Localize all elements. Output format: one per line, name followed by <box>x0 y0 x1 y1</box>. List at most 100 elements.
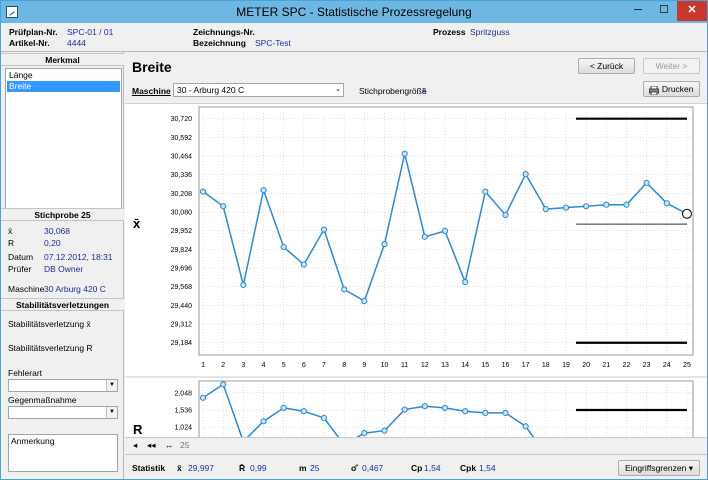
chart-0-data-point <box>462 278 469 286</box>
chart-1-y-tick-label: 1,536 <box>174 408 192 415</box>
chart-1-y-tick-label: 2,048 <box>174 390 192 397</box>
chevron-down-icon: ⌄ <box>335 86 341 93</box>
chart-0-y-tick-label: 29,312 <box>171 322 193 329</box>
chart-0-x-tick-label: 23 <box>643 362 651 369</box>
maschine-select[interactable]: 30 - Arburg 420 C ⌄ <box>173 83 344 97</box>
chart-0-axis-name: x̄ <box>133 216 141 231</box>
stat-cp-value: 1,54 <box>424 463 441 473</box>
chart-0-x-tick-label: 18 <box>542 362 550 369</box>
chart-0-x-tick-label: 19 <box>562 362 570 369</box>
dropdown-arrow-icon: ▾ <box>688 463 693 473</box>
stab-xbar-label: Stabilitätsverletzung x̄ <box>8 319 91 329</box>
stat-rbar-label: R̄ <box>239 463 246 473</box>
chart-0-data-point <box>441 227 449 235</box>
chart-1-data-point <box>361 429 368 437</box>
chart-0-y-tick-label: 30,720 <box>171 116 193 123</box>
anmerkung-label: Anmerkung <box>11 436 55 446</box>
chart-0-data-point <box>482 188 489 195</box>
zeichnung-label: Zeichnungs-Nr. <box>193 27 255 37</box>
minimize-button[interactable]: ─ <box>625 1 651 21</box>
pruefer-value: DB Owner <box>44 264 84 274</box>
sample-navigation: ◂ ◂◂ ↔ 25 <box>125 437 707 454</box>
chart-0-x-tick-label: 16 <box>502 362 510 369</box>
nav-range-button[interactable]: ↔ <box>165 440 174 450</box>
chart-0-data-point <box>341 286 348 293</box>
window-title: METER SPC - Statistische Prozessregelung <box>236 5 472 19</box>
list-item-breite[interactable]: Breite <box>7 81 120 92</box>
gegenmassnahme-select[interactable]: ▼ <box>8 406 118 419</box>
maschine-select-value: 30 - Arburg 420 C <box>177 85 245 95</box>
chevron-down-icon: ▼ <box>106 407 117 418</box>
app-window: METER SPC - Statistische Prozessregelung… <box>0 0 708 480</box>
chart-0-x-tick-label: 15 <box>481 362 489 369</box>
fehlerart-select[interactable]: ▼ <box>8 379 118 392</box>
chart-1-data-point <box>300 408 307 415</box>
statistics-bar: Statistik x̄ 29,997 R̄ 0,99 m 25 σ̂ 0,46… <box>125 454 707 479</box>
chart-0-data-point <box>361 297 368 305</box>
chart-0-data-point <box>381 241 388 248</box>
chart-0-y-tick-label: 30,336 <box>171 172 193 179</box>
chart-1-data-point <box>502 409 509 417</box>
chart-0-data-point <box>562 204 570 211</box>
gegenmassnahme-label: Gegenmaßnahme <box>8 395 77 405</box>
nav-prev-button[interactable]: ◂ <box>133 440 137 451</box>
chart-0-x-tick-label: 14 <box>461 362 469 369</box>
chart-1-data-point <box>401 406 408 413</box>
stat-rbar-value: 0,99 <box>250 463 267 473</box>
chart-1-data-point <box>421 403 428 410</box>
prozess-label: Prozess <box>433 27 466 37</box>
chart-0-y-tick-label: 29,824 <box>171 247 193 254</box>
chart-0-x-tick-label: 21 <box>602 362 610 369</box>
chart-1-data-point <box>522 423 529 430</box>
chart-0-data-point <box>583 203 590 210</box>
xbar-value: 30,068 <box>44 226 70 236</box>
stat-xbar-label: x̄ <box>177 463 182 473</box>
stat-sigma-value: 0,467 <box>362 463 384 473</box>
print-button[interactable]: Drucken <box>643 81 700 97</box>
merkmal-header: Merkmal <box>1 53 124 66</box>
eingriffsgrenzen-label: Eingriffsgrenzen <box>625 463 687 473</box>
xbar-label: x̄ <box>8 226 13 236</box>
left-panel: Merkmal Länge Breite Stichprobe 25 x̄ 30… <box>1 52 124 479</box>
maximize-button[interactable]: ☐ <box>651 1 677 21</box>
eingriffsgrenzen-button[interactable]: Eingriffsgrenzen ▾ <box>618 460 700 476</box>
print-button-label: Drucken <box>661 84 694 94</box>
chart-0-data-point <box>401 150 408 157</box>
statistik-label: Statistik <box>132 463 166 473</box>
chart-0-x-tick-label: 13 <box>441 362 449 369</box>
bezeichnung-value: SPC-Test <box>255 38 291 48</box>
chart-0-y-tick-label: 29,440 <box>171 303 193 310</box>
chart-1-data-point <box>320 414 328 422</box>
chart-1-data-point <box>220 381 227 388</box>
chart-0-data-point <box>542 206 549 213</box>
fehlerart-label: Fehlerart <box>8 368 43 378</box>
chart-1-data-point <box>199 394 207 401</box>
stabilitaet-header: Stabilitätsverletzungen <box>1 298 124 311</box>
merkmal-list[interactable]: Länge Breite <box>5 68 122 212</box>
chart-0-y-tick-label: 30,592 <box>171 135 193 142</box>
maschine-select-label: Maschine <box>132 86 171 96</box>
close-button[interactable]: ✕ <box>677 1 707 21</box>
chart-0-x-tick-label: 2 <box>221 362 225 369</box>
chart-0-x-tick-label: 8 <box>342 362 346 369</box>
chart-0-y-tick-label: 30,464 <box>171 154 193 161</box>
chart-0-x-tick-label: 11 <box>401 362 408 369</box>
maschine-value: 30 Arburg 420 C <box>44 284 106 294</box>
back-button[interactable]: < Zurück <box>578 58 635 74</box>
chart-0-data-point <box>421 233 428 240</box>
next-button[interactable]: Weiter > <box>643 58 700 74</box>
artikel-value: 4444 <box>67 38 86 48</box>
chart-0-data-point <box>280 243 287 251</box>
header-info: Prüfplan-Nr. SPC-01 / 01 Artikel-Nr. 444… <box>1 23 707 52</box>
bezeichnung-label: Bezeichnung <box>193 38 246 48</box>
chart-0-x-tick-label: 17 <box>522 362 530 369</box>
nav-first-button[interactable]: ◂◂ <box>147 440 156 451</box>
chart-0-x-tick-label: 3 <box>241 362 245 369</box>
stichprobe-header: Stichprobe 25 <box>1 208 124 221</box>
chart-0-data-point <box>199 188 207 195</box>
chart-0-x-tick-label: 5 <box>282 362 286 369</box>
stat-cpk-value: 1,54 <box>479 463 496 473</box>
list-item-laenge[interactable]: Länge <box>7 70 120 81</box>
title-bar: METER SPC - Statistische Prozessregelung… <box>1 1 707 23</box>
anmerkung-textarea[interactable]: Anmerkung <box>8 434 118 472</box>
